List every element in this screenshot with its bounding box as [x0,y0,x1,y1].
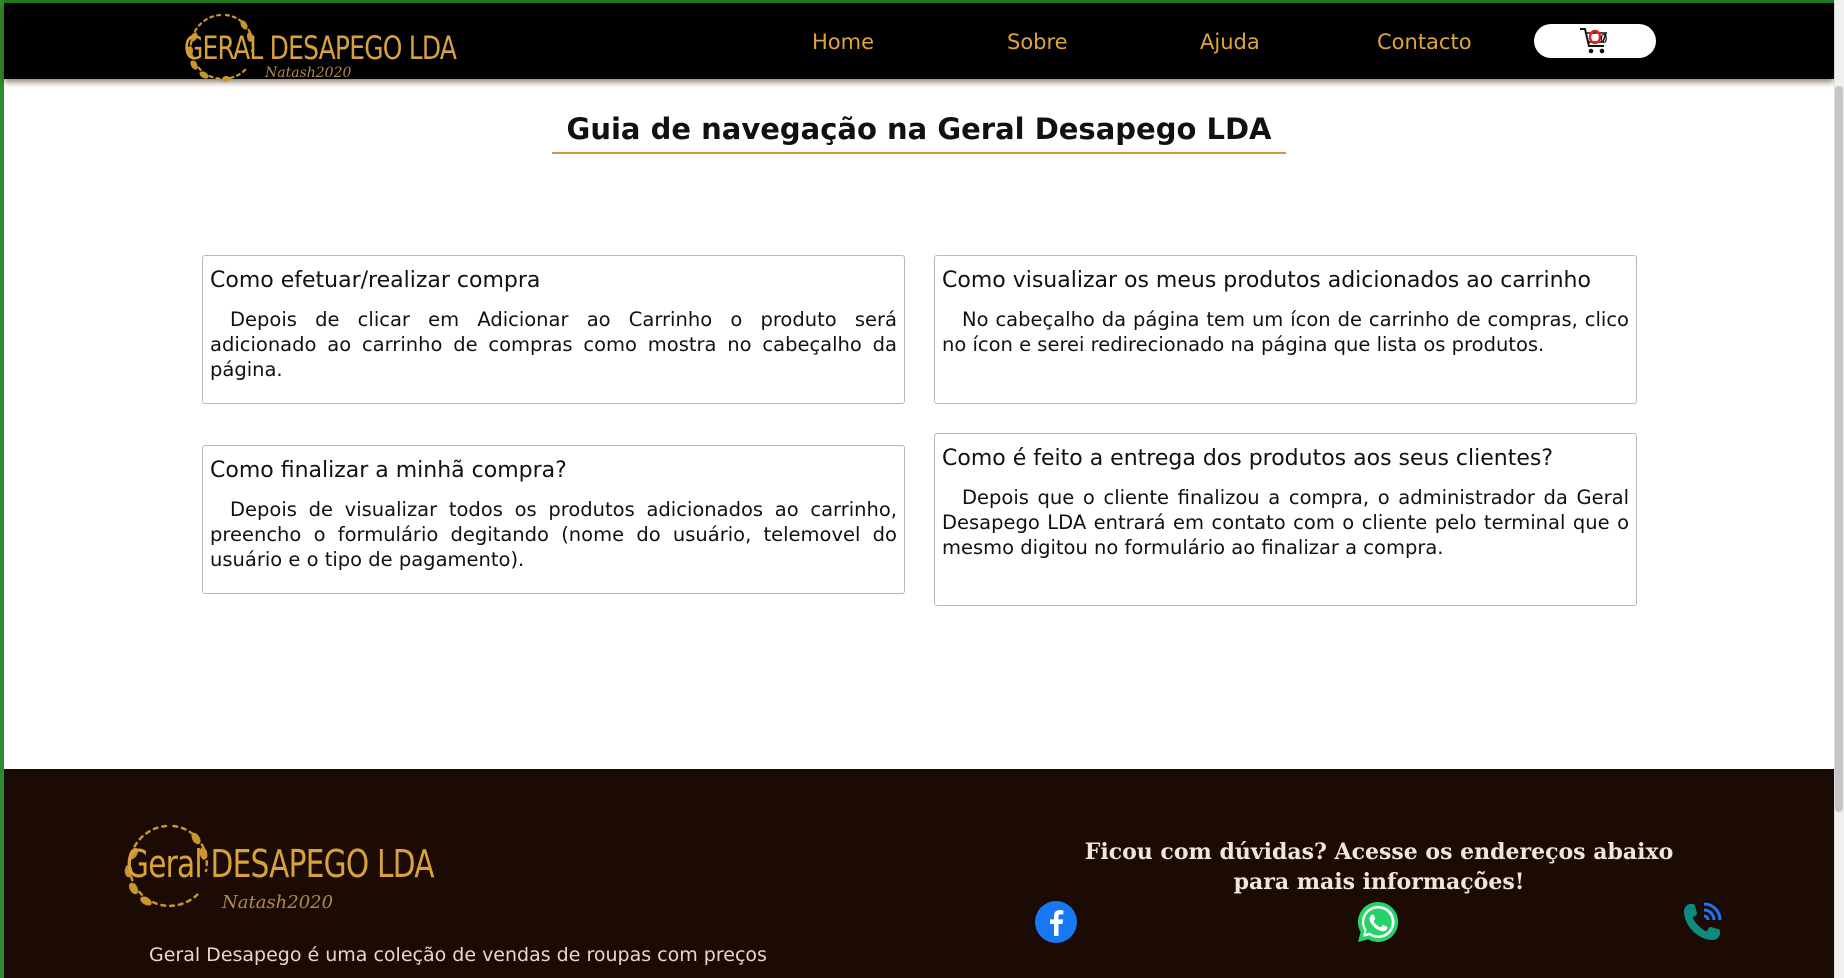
cart-button[interactable]: 0 [1534,24,1656,58]
faq-card-body: Depois de visualizar todos os produtos a… [210,498,897,571]
site-header: GERAL DESAPEGO LDA Natash2020 Home Sobre… [4,3,1834,83]
page-title: Guia de navegação na Geral Desapego LDA [552,112,1286,154]
faq-card-compra: Como efetuar/realizar compra Depois de c… [202,255,905,404]
nav-sobre[interactable]: Sobre [1007,30,1068,54]
footer-logo: Geral DESAPEGO LDA Natash2020 [116,816,435,916]
site-footer: Geral DESAPEGO LDA Natash2020 Geral Desa… [4,769,1834,978]
nav-contacto[interactable]: Contacto [1377,30,1472,54]
footer-cta: Ficou com dúvidas? Acesse os endereços a… [1084,839,1674,895]
faq-card-entrega: Como é feito a entrega dos produtos aos … [934,433,1637,606]
faq-card-title: Como visualizar os meus produtos adicion… [942,268,1591,293]
whatsapp-icon[interactable] [1356,900,1400,944]
faq-card-title: Como finalizar a minhã compra? [210,458,567,483]
faq-card-carrinho: Como visualizar os meus produtos adicion… [934,255,1637,404]
faq-card-body: Depois que o cliente finalizou a compra,… [942,486,1629,559]
faq-card-body: No cabeçalho da página tem um ícon de ca… [942,308,1629,356]
footer-brand-signature: Natash2020 [222,892,334,913]
scrollbar-thumb[interactable] [1835,86,1843,812]
vertical-scrollbar[interactable] [1834,0,1844,978]
faq-card-title: Como é feito a entrega dos produtos aos … [942,446,1554,471]
faq-card-title: Como efetuar/realizar compra [210,268,541,293]
facebook-icon[interactable] [1034,900,1078,944]
footer-brand-name: Geral DESAPEGO LDA [126,842,435,886]
faq-card-body: Depois de clicar em Adicionar ao Carrinh… [210,308,897,381]
footer-description: Geral Desapego é uma coleção de vendas d… [149,944,767,966]
brand-signature: Natash2020 [265,65,352,81]
nav-ajuda[interactable]: Ajuda [1200,30,1260,54]
nav-home[interactable]: Home [812,30,874,54]
header-logo[interactable]: GERAL DESAPEGO LDA Natash2020 [180,7,457,83]
brand-name: GERAL DESAPEGO LDA [184,29,457,67]
faq-card-finalizar: Como finalizar a minhã compra? Depois de… [202,445,905,594]
cart-count: 0 [1600,32,1608,46]
cart-icon: 0 [1580,28,1608,54]
phone-icon[interactable] [1680,900,1724,944]
